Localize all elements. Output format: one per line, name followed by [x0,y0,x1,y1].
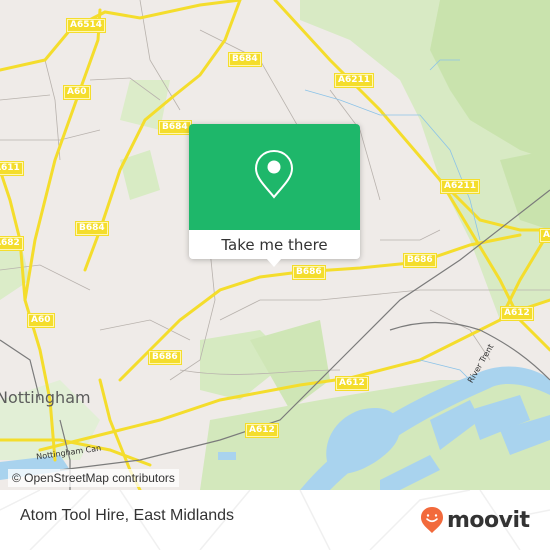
road-label-a612: A612 [335,376,369,391]
road-label-b686: B686 [403,253,437,268]
road-label-a6211: A6211 [334,73,375,88]
map-attribution[interactable]: © OpenStreetMap contributors [8,469,179,487]
road-label-a682: A682 [0,236,24,251]
road-label-b684: B684 [158,120,192,135]
road-label-b684: B684 [228,52,262,67]
road-label-a612: A612 [500,306,534,321]
moovit-wordmark: moovit [447,507,530,533]
road-label-b684: B684 [75,221,109,236]
map-canvas[interactable]: A6514 B684 A6211 A60 B684 A611 A6211 B68… [0,0,550,490]
road-label-a6: A6 [539,228,550,243]
popup-header [189,124,360,230]
road-label-b686: B686 [292,265,326,280]
road-label-a6514: A6514 [66,18,107,33]
road-label-a611: A611 [0,161,24,176]
road-label-a60: A60 [63,85,91,100]
road-label-a612: A612 [245,423,279,438]
popup-pointer [266,258,282,267]
footer-bar: Atom Tool Hire, East Midlands moovit [0,490,550,550]
city-label-nottingham: Nottingham [0,388,91,407]
place-name: Atom Tool Hire, East Midlands [20,507,235,524]
road-label-b686: B686 [148,350,182,365]
road-label-a6211: A6211 [440,179,481,194]
road-label-a60: A60 [27,313,55,328]
moovit-logo[interactable]: moovit [420,506,530,534]
location-popup: Take me there [189,124,360,267]
map-pin-icon [254,149,294,199]
moovit-smile-pin-icon [421,507,443,533]
take-me-there-button[interactable]: Take me there [189,230,360,259]
